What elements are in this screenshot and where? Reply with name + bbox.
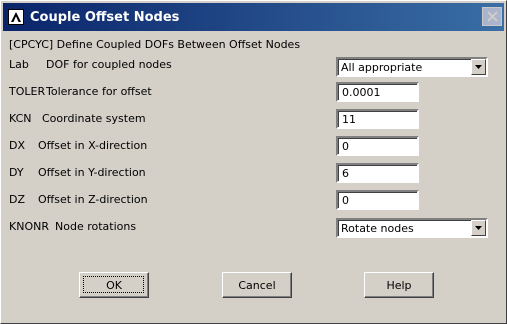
dx-row-label: DX Offset in X-direction xyxy=(9,139,147,152)
close-button[interactable] xyxy=(482,7,502,26)
dy-code: DY xyxy=(9,166,24,179)
dialog-window: Couple Offset Nodes [CPCYC] Define Coupl… xyxy=(0,0,507,324)
chevron-down-icon xyxy=(475,65,482,69)
dy-row-label: DY Offset in Y-direction xyxy=(9,166,146,179)
knonr-code: KNONR xyxy=(9,220,49,233)
knonr-row-label: KNONR Node rotations xyxy=(9,220,136,233)
lab-dropdown-value: All appropriate xyxy=(341,61,423,74)
command-description: [CPCYC] Define Coupled DOFs Between Offs… xyxy=(9,38,301,51)
dy-field[interactable]: 6 xyxy=(336,163,419,183)
knonr-label: Node rotations xyxy=(55,220,137,233)
kcn-code: KCN xyxy=(9,112,32,125)
lab-dropdown[interactable]: All appropriate xyxy=(336,57,488,77)
dz-code: DZ xyxy=(9,193,26,206)
lab-code: Lab xyxy=(9,58,29,71)
lab-row-label: Lab DOF for coupled nodes xyxy=(9,58,172,71)
toler-label: Tolerance for offset xyxy=(46,85,152,98)
toler-row-label: TOLERTolerance for offset xyxy=(9,85,152,98)
lab-dropdown-arrow[interactable] xyxy=(471,59,486,75)
title-bar[interactable]: Couple Offset Nodes xyxy=(3,3,504,31)
ansys-logo-icon xyxy=(8,9,24,25)
dz-field[interactable]: 0 xyxy=(336,190,419,210)
cancel-button[interactable]: Cancel xyxy=(222,272,292,298)
dx-code: DX xyxy=(9,139,26,152)
dz-row-label: DZ Offset in Z-direction xyxy=(9,193,148,206)
dx-label: Offset in X-direction xyxy=(38,139,148,152)
ok-button[interactable]: OK xyxy=(79,272,149,298)
lab-label: DOF for coupled nodes xyxy=(46,58,172,71)
dz-label: Offset in Z-direction xyxy=(38,193,148,206)
toler-field[interactable]: 0.0001 xyxy=(336,82,419,102)
chevron-down-icon xyxy=(475,226,482,230)
kcn-row-label: KCN Coordinate system xyxy=(9,112,146,125)
dy-label: Offset in Y-direction xyxy=(38,166,146,179)
knonr-dropdown-value: Rotate nodes xyxy=(341,222,414,235)
close-icon xyxy=(486,11,498,22)
knonr-dropdown[interactable]: Rotate nodes xyxy=(336,218,488,238)
help-button[interactable]: Help xyxy=(364,272,434,298)
kcn-field[interactable]: 11 xyxy=(336,109,419,129)
dx-field[interactable]: 0 xyxy=(336,136,419,156)
knonr-dropdown-arrow[interactable] xyxy=(471,220,486,236)
window-title: Couple Offset Nodes xyxy=(30,9,180,25)
toler-code: TOLER xyxy=(9,85,46,98)
kcn-label: Coordinate system xyxy=(42,112,146,125)
